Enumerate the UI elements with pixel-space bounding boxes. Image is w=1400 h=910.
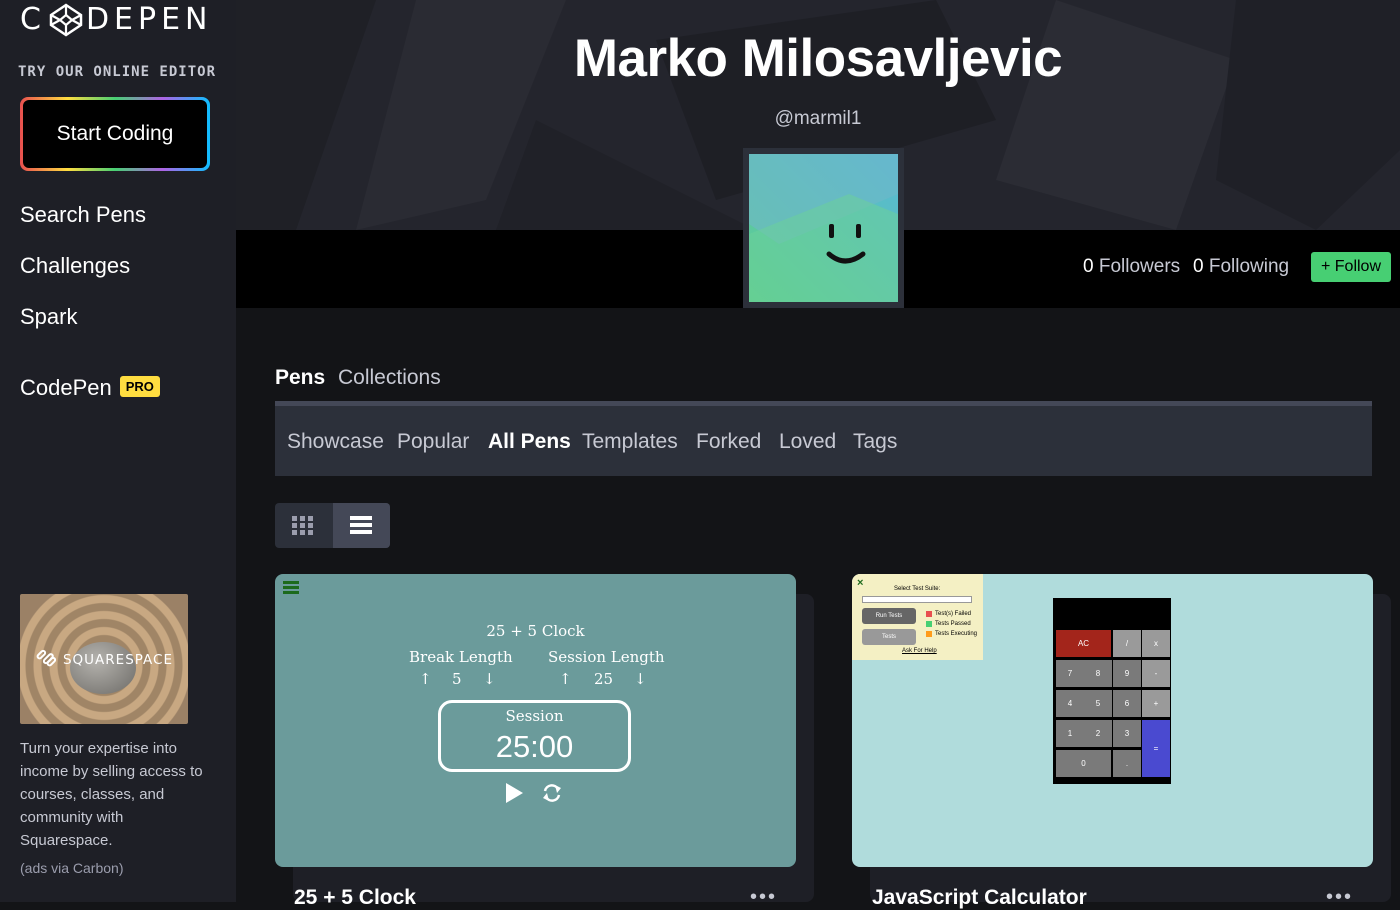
view-toggle xyxy=(275,503,390,548)
calc-key-5[interactable]: 5 xyxy=(1084,690,1112,717)
reset-icon[interactable] xyxy=(541,782,563,804)
subnav-tags[interactable]: Tags xyxy=(853,430,897,454)
calc-key-multiply[interactable]: x xyxy=(1142,630,1170,657)
legend-failed: Test(s) Failed xyxy=(935,611,972,617)
nav-challenges[interactable]: Challenges xyxy=(20,253,130,279)
codepen-pro-label: CodePen xyxy=(20,375,112,400)
legend-passed: Tests Passed xyxy=(935,621,971,627)
session-increment-icon[interactable]: ↑ xyxy=(559,670,572,688)
squarespace-logo-icon xyxy=(36,649,57,667)
nav-spark[interactable]: Spark xyxy=(20,304,77,330)
grid-icon xyxy=(292,516,313,535)
pro-badge: PRO xyxy=(119,376,160,397)
codepen-logo[interactable]: C DEPEN xyxy=(20,2,213,37)
start-coding-frame: Start Coding xyxy=(20,97,210,171)
ad-brand-text: SQUARESPACE xyxy=(62,652,174,668)
break-length-label: Break Length xyxy=(409,648,513,666)
calc-key-6[interactable]: 6 xyxy=(1113,690,1141,717)
pen-menu-calculator-icon[interactable]: ••• xyxy=(1326,886,1353,909)
profile-handle: @marmil1 xyxy=(774,108,862,129)
calc-key-subtract[interactable]: - xyxy=(1142,660,1170,687)
subnav-showcase[interactable]: Showcase xyxy=(287,430,384,454)
session-length-value: 25 xyxy=(594,670,614,688)
following-label: Following xyxy=(1208,256,1290,277)
ad-brand: SQUARESPACE xyxy=(28,649,180,668)
timer-label: Session xyxy=(505,707,564,725)
calc-key-2[interactable]: 2 xyxy=(1084,720,1112,747)
calc-key-equals[interactable]: = xyxy=(1142,720,1170,777)
legend-executing: Tests Executing xyxy=(935,631,978,637)
test-suite-label: Select Test Suite: xyxy=(894,586,941,592)
logo-letter-c: C xyxy=(20,2,46,37)
subnav-all-pens[interactable]: All Pens xyxy=(488,430,571,454)
test-suite-select[interactable] xyxy=(862,596,972,603)
subnav-forked[interactable]: Forked xyxy=(696,430,761,454)
tab-pens[interactable]: Pens xyxy=(275,366,325,390)
ad-via-carbon[interactable]: (ads via Carbon) xyxy=(20,860,124,876)
sidebar: C DEPEN TRY OUR ONLINE EDITOR Start Codi… xyxy=(0,0,236,902)
list-icon xyxy=(350,516,372,534)
subnav-loved[interactable]: Loved xyxy=(779,430,836,454)
failed-swatch xyxy=(926,611,932,617)
followers-link[interactable]: 0 Followers xyxy=(1083,256,1180,278)
nav-search-pens[interactable]: Search Pens xyxy=(20,202,146,228)
break-increment-icon[interactable]: ↑ xyxy=(419,670,432,688)
pen-title-clock[interactable]: 25 + 5 Clock xyxy=(294,886,416,910)
break-decrement-icon[interactable]: ↓ xyxy=(483,670,496,688)
avatar-image xyxy=(749,154,898,302)
calc-key-3[interactable]: 3 xyxy=(1113,720,1141,747)
codepen-cube-icon xyxy=(49,2,83,37)
start-coding-button[interactable]: Start Coding xyxy=(23,100,207,168)
tests-button[interactable]: Tests xyxy=(862,629,916,645)
calc-key-7[interactable]: 7 xyxy=(1056,660,1084,687)
calc-key-ac[interactable]: AC xyxy=(1056,630,1111,657)
list-view-button[interactable] xyxy=(333,503,390,548)
subnav-popular[interactable]: Popular xyxy=(397,430,469,454)
passed-swatch xyxy=(926,621,932,627)
run-tests-button[interactable]: Run Tests xyxy=(862,608,916,624)
avatar[interactable] xyxy=(743,148,904,308)
subnav-templates[interactable]: Templates xyxy=(582,430,678,454)
timer-display: Session 25:00 xyxy=(438,700,631,772)
clock-heading: 25 + 5 Clock xyxy=(486,622,585,640)
followers-label: Followers xyxy=(1098,256,1181,277)
pen-title-calculator[interactable]: JavaScript Calculator xyxy=(872,886,1087,910)
grid-view-button[interactable] xyxy=(275,503,332,548)
editor-tagline: TRY OUR ONLINE EDITOR xyxy=(18,64,217,80)
fcc-test-panel: × Select Test Suite: Run Tests Tests Tes… xyxy=(852,574,983,660)
executing-swatch xyxy=(926,631,932,637)
timer-value: 25:00 xyxy=(495,729,574,764)
calc-key-8[interactable]: 8 xyxy=(1084,660,1112,687)
pen-preview-clock[interactable]: 25 + 5 Clock Break Length Session Length… xyxy=(275,574,796,867)
following-link[interactable]: 0 Following xyxy=(1193,256,1289,278)
profile-name: Marko Milosavljevic xyxy=(573,29,1063,88)
calculator: AC / x 7 8 9 - 4 5 6 + 1 2 3 = 0 . xyxy=(1053,598,1171,784)
calc-key-0[interactable]: 0 xyxy=(1056,750,1111,777)
nav-codepen-pro[interactable]: CodePen PRO xyxy=(20,375,160,401)
ad-text[interactable]: Turn your expertise into income by selli… xyxy=(20,737,220,852)
calc-key-decimal[interactable]: . xyxy=(1113,750,1141,777)
session-decrement-icon[interactable]: ↓ xyxy=(634,670,647,688)
pens-subnav: Showcase Popular All Pens Templates Fork… xyxy=(275,401,1372,476)
logo-wordmark: DEPEN xyxy=(85,2,213,37)
pen-menu-clock-icon[interactable]: ••• xyxy=(750,886,777,909)
follow-button[interactable]: + Follow xyxy=(1311,252,1391,282)
smiley-avatar-icon xyxy=(749,154,898,302)
close-icon[interactable]: × xyxy=(857,577,863,589)
calc-key-4[interactable]: 4 xyxy=(1056,690,1084,717)
play-icon[interactable] xyxy=(504,782,524,804)
ask-for-help-link[interactable]: Ask For Help xyxy=(902,648,937,654)
calc-key-divide[interactable]: / xyxy=(1113,630,1141,657)
hamburger-menu-icon xyxy=(283,581,299,594)
tab-collections[interactable]: Collections xyxy=(338,366,441,390)
followers-count: 0 xyxy=(1083,256,1094,277)
session-length-label: Session Length xyxy=(548,648,665,666)
pen-preview-calculator[interactable]: × Select Test Suite: Run Tests Tests Tes… xyxy=(852,574,1373,867)
calc-key-1[interactable]: 1 xyxy=(1056,720,1084,747)
ad-image[interactable]: SQUARESPACE xyxy=(20,594,188,724)
calc-key-add[interactable]: + xyxy=(1142,690,1170,717)
break-length-value: 5 xyxy=(452,670,462,688)
following-count: 0 xyxy=(1193,256,1204,277)
calc-key-9[interactable]: 9 xyxy=(1113,660,1141,687)
